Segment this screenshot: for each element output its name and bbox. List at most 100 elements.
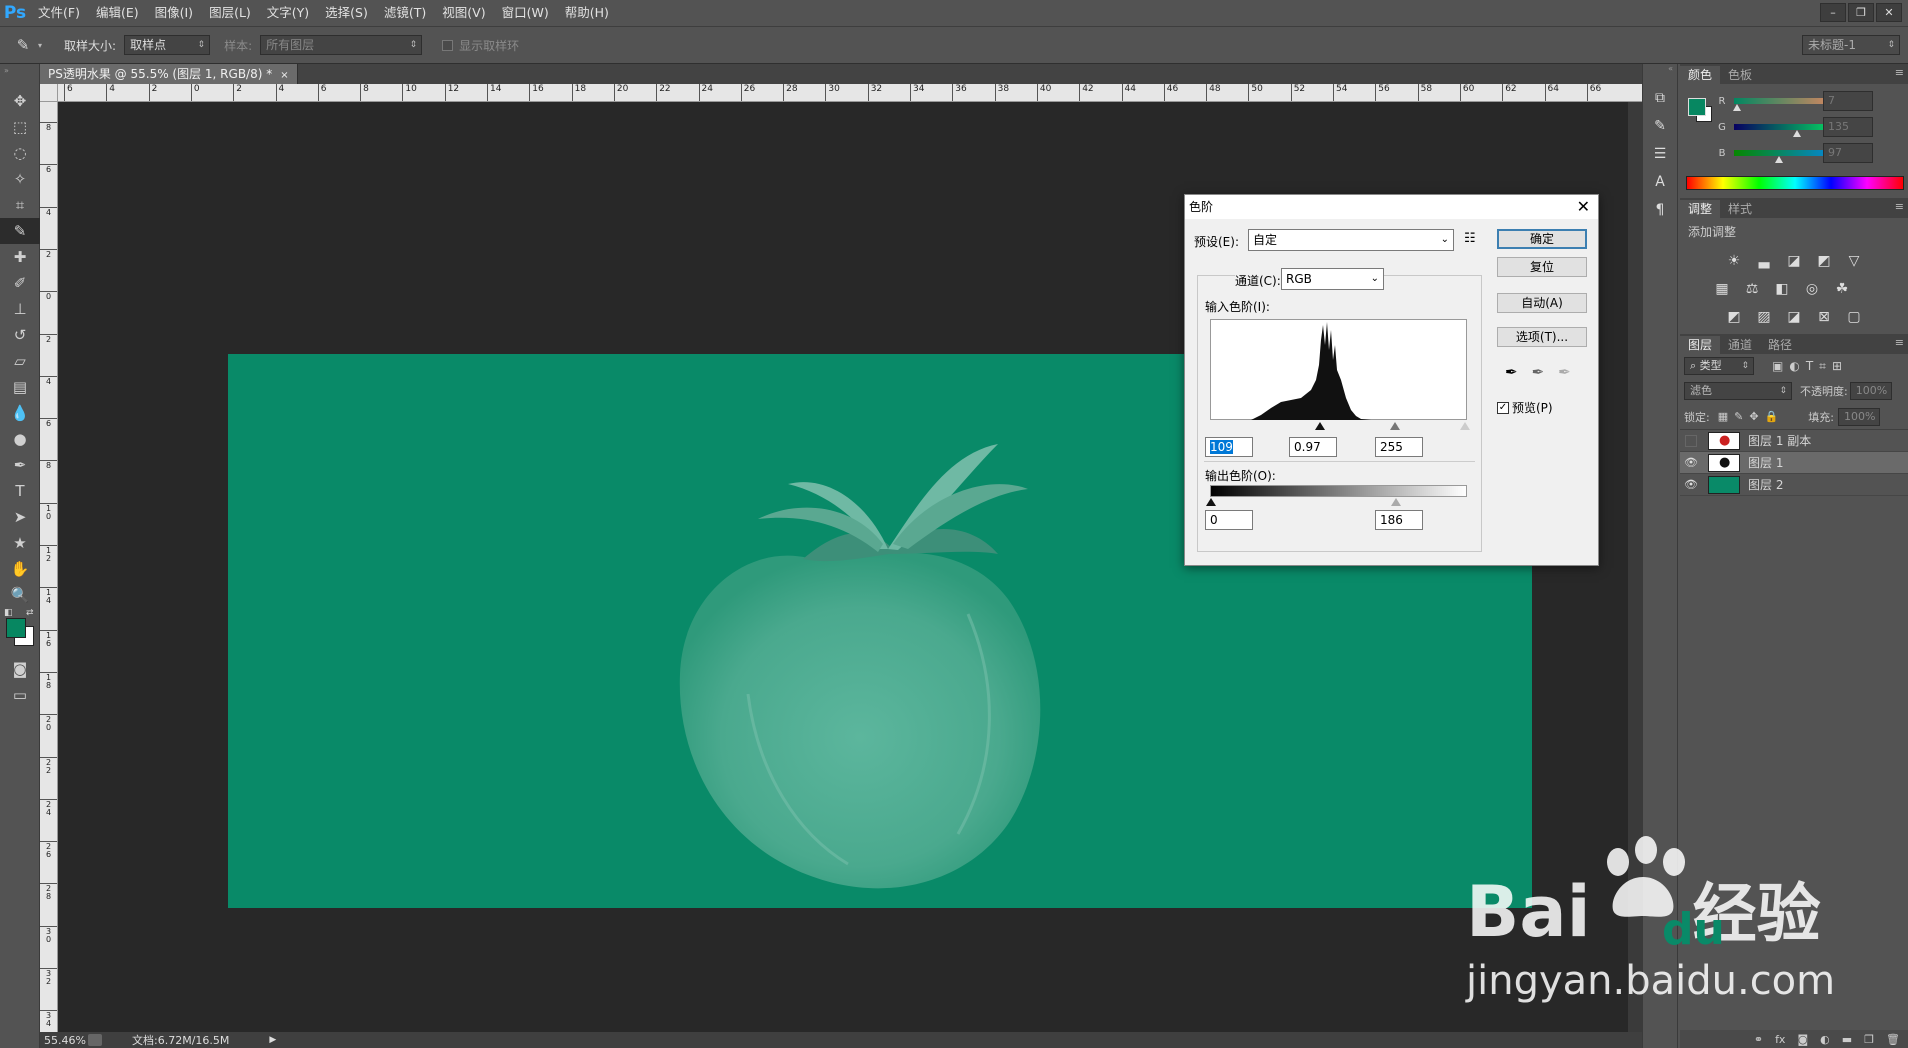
visibility-toggle[interactable] — [1685, 434, 1697, 447]
panel-menu-icon[interactable]: ≡ — [1895, 200, 1904, 213]
layer-row[interactable]: ● 图层 1 副本 — [1680, 430, 1908, 452]
blur-tool-icon[interactable]: 💧 — [0, 400, 40, 426]
posterize-icon[interactable]: ▨ — [1754, 308, 1774, 326]
color-balance-icon[interactable]: ⚖ — [1742, 280, 1762, 298]
fx-icon[interactable]: fx — [1775, 1033, 1785, 1046]
output-white-thumb[interactable] — [1391, 498, 1401, 506]
clone-stamp-tool-icon[interactable]: ⊥ — [0, 296, 40, 322]
zoom-level[interactable]: 55.46% — [44, 1034, 88, 1047]
black-white-icon[interactable]: ◧ — [1772, 280, 1792, 298]
opacity-input[interactable]: 100% — [1849, 382, 1892, 400]
menu-item[interactable]: 选择(S) — [317, 0, 376, 26]
pen-tool-icon[interactable]: ✒ — [0, 452, 40, 478]
lock-all-icon[interactable]: 🔒 — [1765, 410, 1779, 423]
brush-presets-icon[interactable]: ✎ — [1643, 112, 1677, 140]
layer-name[interactable]: 图层 1 — [1748, 454, 1783, 471]
gradient-tool-icon[interactable]: ▤ — [0, 374, 40, 400]
default-colors-icon[interactable]: ◧ — [4, 608, 13, 618]
channel-select[interactable]: RGB ⌄ — [1281, 268, 1384, 290]
brush-tool-icon[interactable]: ✐ — [0, 270, 40, 296]
filter-adjust-icon[interactable]: ◐ — [1789, 359, 1799, 373]
sample-size-select[interactable]: 取样点 ⇕ — [124, 35, 211, 55]
lock-transparent-icon[interactable]: ▦ — [1718, 410, 1728, 423]
gradient-map-icon[interactable]: ⊠ — [1814, 308, 1834, 326]
preset-select[interactable]: 自定 ⌄ — [1248, 229, 1454, 251]
r-value[interactable]: 7 — [1823, 91, 1873, 111]
b-value[interactable]: 97 — [1823, 143, 1873, 163]
swap-colors-icon[interactable]: ⇄ — [26, 608, 34, 618]
character-panel-icon[interactable]: A — [1643, 168, 1677, 196]
eye-icon[interactable]: 👁 — [1680, 478, 1702, 491]
close-tab-icon[interactable]: × — [280, 70, 288, 81]
blend-mode-select[interactable]: 滤色 ⇕ — [1684, 382, 1792, 400]
input-gamma-field[interactable]: 0.97 — [1289, 437, 1337, 457]
white-point-eyedropper-icon[interactable]: ✒ — [1558, 363, 1571, 381]
screen-mode-icon[interactable]: ▭ — [0, 682, 40, 708]
hue-saturation-icon[interactable]: ▦ — [1712, 280, 1732, 298]
input-levels-slider[interactable] — [1210, 420, 1470, 432]
new-adjustment-icon[interactable]: ◐ — [1820, 1033, 1830, 1046]
output-levels-slider[interactable] — [1206, 497, 1467, 507]
restore-button[interactable]: ❐ — [1848, 3, 1874, 22]
menu-item[interactable]: 滤镜(T) — [376, 0, 434, 26]
ruler-origin[interactable] — [40, 84, 58, 102]
input-black-thumb[interactable] — [1315, 422, 1325, 430]
move-tool-icon[interactable]: ✥ — [0, 88, 40, 114]
minimize-button[interactable]: – — [1820, 3, 1846, 22]
tab-channels[interactable]: 通道 — [1720, 336, 1760, 354]
add-mask-icon[interactable]: ◙ — [1797, 1033, 1808, 1046]
fill-input[interactable]: 100% — [1837, 407, 1880, 426]
curves-icon[interactable]: ◪ — [1784, 252, 1804, 270]
menu-item[interactable]: 窗口(W) — [494, 0, 557, 26]
history-brush-tool-icon[interactable]: ↺ — [0, 322, 40, 348]
lasso-tool-icon[interactable]: ◌ — [0, 140, 40, 166]
g-value[interactable]: 135 — [1823, 117, 1873, 137]
lock-position-icon[interactable]: ✥ — [1749, 410, 1758, 423]
options-button[interactable]: 选项(T)... — [1497, 327, 1587, 347]
path-select-tool-icon[interactable]: ➤ — [0, 504, 40, 530]
b-slider-thumb[interactable] — [1774, 156, 1783, 163]
close-window-button[interactable]: ✕ — [1876, 3, 1902, 22]
tool-preset-arrow-icon[interactable]: ▾ — [38, 41, 42, 50]
layer-filter-select[interactable]: ⌕ 类型 ⇕ — [1684, 357, 1754, 375]
quick-select-tool-icon[interactable]: ✧ — [0, 166, 40, 192]
dock-collapse-icon[interactable]: « — [1643, 64, 1677, 84]
delete-layer-icon[interactable]: 🗑 — [1886, 1033, 1900, 1046]
new-layer-icon[interactable]: ❐ — [1864, 1033, 1874, 1046]
dialog-close-icon[interactable]: ✕ — [1577, 195, 1590, 219]
tab-paths[interactable]: 路径 — [1760, 336, 1800, 354]
levels-dialog-title-bar[interactable]: 色阶 ✕ — [1185, 195, 1598, 219]
filter-smart-icon[interactable]: ⊞ — [1832, 359, 1842, 373]
horizontal-ruler[interactable]: 6 4 2 0 2 4 6 8 10 12 14 16 18 20 22 24 26 28 30 32 34 36 38 40… — [58, 84, 1642, 102]
link-layers-icon[interactable]: ⚭ — [1754, 1033, 1763, 1046]
tab-color[interactable]: 颜色 — [1680, 66, 1721, 84]
r-slider-thumb[interactable] — [1733, 104, 1742, 111]
properties-icon[interactable]: ☰ — [1643, 140, 1677, 168]
status-icon[interactable] — [88, 1034, 102, 1046]
input-gamma-thumb[interactable] — [1390, 422, 1400, 430]
layer-row[interactable]: 👁 ● 图层 1 — [1680, 452, 1908, 474]
black-point-eyedropper-icon[interactable]: ✒ — [1505, 363, 1518, 381]
g-slider-thumb[interactable] — [1792, 130, 1801, 137]
tab-layers[interactable]: 图层 — [1680, 336, 1721, 354]
output-black-field[interactable]: 0 — [1205, 510, 1253, 530]
status-menu-arrow-icon[interactable]: ▶ — [269, 1035, 276, 1045]
eraser-tool-icon[interactable]: ▱ — [0, 348, 40, 374]
preview-checkbox[interactable]: ✓ — [1497, 401, 1509, 414]
output-white-field[interactable]: 186 — [1375, 510, 1423, 530]
hand-tool-icon[interactable]: ✋ — [0, 556, 40, 582]
layer-thumbnail[interactable]: ● — [1708, 453, 1740, 472]
auto-button[interactable]: 自动(A) — [1497, 293, 1587, 313]
levels-icon[interactable]: ▃ — [1754, 252, 1774, 270]
quick-mask-icon[interactable]: ◙ — [0, 656, 40, 682]
threshold-icon[interactable]: ◪ — [1784, 308, 1804, 326]
layer-name[interactable]: 图层 1 副本 — [1748, 432, 1811, 449]
eyedropper-tool-icon[interactable]: ✎ — [0, 218, 40, 244]
input-white-thumb[interactable] — [1460, 422, 1470, 430]
panel-menu-icon[interactable]: ≡ — [1895, 336, 1904, 349]
color-spectrum-ramp[interactable] — [1686, 176, 1904, 190]
exposure-icon[interactable]: ◩ — [1814, 252, 1834, 270]
layer-thumbnail[interactable]: ● — [1708, 431, 1740, 450]
tab-swatches[interactable]: 色板 — [1720, 66, 1760, 84]
dodge-tool-icon[interactable]: ● — [0, 426, 40, 452]
